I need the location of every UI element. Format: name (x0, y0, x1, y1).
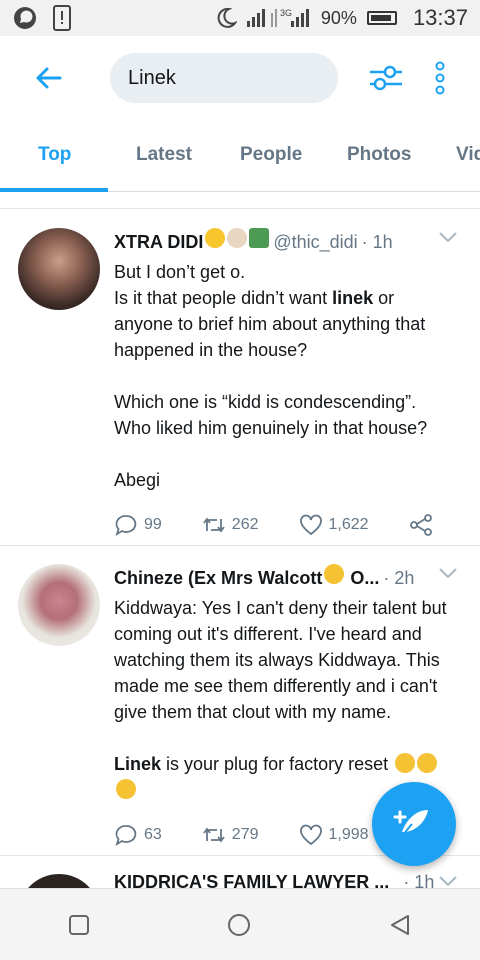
like-icon (299, 824, 322, 846)
tab-top[interactable]: Top (38, 144, 71, 166)
display-name[interactable]: XTRA DIDI (114, 232, 203, 253)
timestamp: · 2h (383, 568, 415, 588)
chevron-down-icon[interactable] (438, 874, 458, 888)
reply-button[interactable]: 99 (114, 513, 162, 537)
search-tabs: Top Latest People Photos Vid (0, 120, 480, 192)
share-button[interactable] (409, 513, 433, 537)
recents-icon[interactable] (68, 914, 90, 936)
tab-videos[interactable]: Vid (456, 144, 480, 166)
clock: 13:37 (412, 5, 468, 30)
phone-alert-icon (53, 5, 71, 31)
tweet-text: But I don’t get o. Is it that people did… (114, 262, 428, 490)
search-highlight: Linek (114, 754, 162, 774)
star-emoji-icon (205, 228, 226, 248)
moon-icon (217, 7, 237, 28)
share-icon (409, 514, 432, 536)
filter-icon (370, 65, 402, 91)
search-filter-button[interactable] (362, 54, 410, 102)
compose-tweet-button[interactable] (372, 782, 456, 866)
tab-people[interactable]: People (240, 144, 302, 166)
status-bar: 3G 90% 13:37 (0, 0, 480, 36)
back-nav-icon[interactable] (388, 913, 412, 937)
retweet-count: 279 (231, 826, 259, 843)
tweet-text: Kiddwaya: Yes I can't deny their talent … (114, 595, 458, 803)
back-arrow-icon (36, 67, 62, 89)
retweet-count: 262 (231, 516, 259, 533)
avatar[interactable] (18, 874, 100, 888)
like-count: 1,998 (328, 826, 369, 843)
whatsapp-icon (14, 7, 36, 29)
avatar[interactable] (18, 564, 100, 646)
tweet-header: Chineze (Ex Mrs Walcott O... · 2h (114, 564, 458, 589)
search-input[interactable]: Linek (110, 53, 338, 103)
network-type-label: 3G (280, 8, 292, 18)
tab-latest[interactable]: Latest (136, 144, 192, 166)
like-button[interactable]: 1,622 (299, 513, 369, 537)
noodle-emoji-icon (227, 228, 248, 248)
search-query: Linek (128, 66, 176, 89)
like-icon (299, 514, 322, 536)
display-name[interactable]: KIDDRICA'S FAMILY LAWYER ... (114, 872, 389, 888)
rofl-emoji-icon (395, 753, 416, 773)
system-navigation-bar (0, 888, 480, 960)
chevron-down-icon[interactable] (438, 230, 458, 244)
back-button[interactable] (24, 54, 72, 102)
reply-icon (115, 515, 137, 536)
tweet-actions: 99 262 1,622 (114, 513, 458, 537)
avatar[interactable] (18, 228, 100, 310)
retweet-button[interactable]: 262 (202, 513, 259, 537)
more-options-button[interactable] (422, 54, 458, 102)
timestamp: · 1h (361, 232, 393, 252)
like-count: 1,622 (328, 516, 369, 533)
retweet-icon (203, 517, 225, 533)
handle: @thic_didi (273, 232, 358, 252)
rofl-emoji-icon (116, 779, 136, 799)
reply-count: 63 (144, 826, 162, 843)
compose-icon (393, 810, 428, 837)
timestamp: · 1h (403, 872, 435, 888)
home-icon[interactable] (227, 913, 251, 937)
retweet-icon (203, 827, 225, 843)
tweet-header: XTRA DIDI @thic_didi · 1h (114, 228, 458, 253)
tab-photos[interactable]: Photos (347, 144, 411, 166)
tweet[interactable]: XTRA DIDI @thic_didi · 1h But I don’t ge… (0, 210, 480, 546)
display-name[interactable]: Chineze (Ex Mrs Walcott (114, 568, 322, 589)
display-name-suffix: O... (350, 568, 380, 588)
rofl-emoji-icon (417, 753, 438, 773)
battery-icon (366, 11, 397, 25)
crying-emoji-icon (324, 564, 345, 584)
retweet-button[interactable]: 279 (202, 823, 259, 847)
like-button[interactable]: 1,998 (299, 823, 369, 847)
search-highlight: linek (332, 288, 374, 308)
battery-percent: 90% (320, 7, 357, 28)
signal-icon: 3G (246, 8, 309, 27)
reply-icon (115, 825, 137, 846)
chevron-down-icon[interactable] (438, 566, 458, 580)
reply-count: 99 (144, 516, 162, 533)
search-header: Linek (0, 36, 480, 120)
active-tab-indicator (0, 188, 108, 192)
books-emoji-icon (249, 228, 270, 248)
divider (0, 208, 480, 209)
more-icon (435, 61, 445, 95)
tweet-header: KIDDRICA'S FAMILY LAWYER ... · 1h (114, 872, 458, 888)
reply-button[interactable]: 63 (114, 823, 162, 847)
